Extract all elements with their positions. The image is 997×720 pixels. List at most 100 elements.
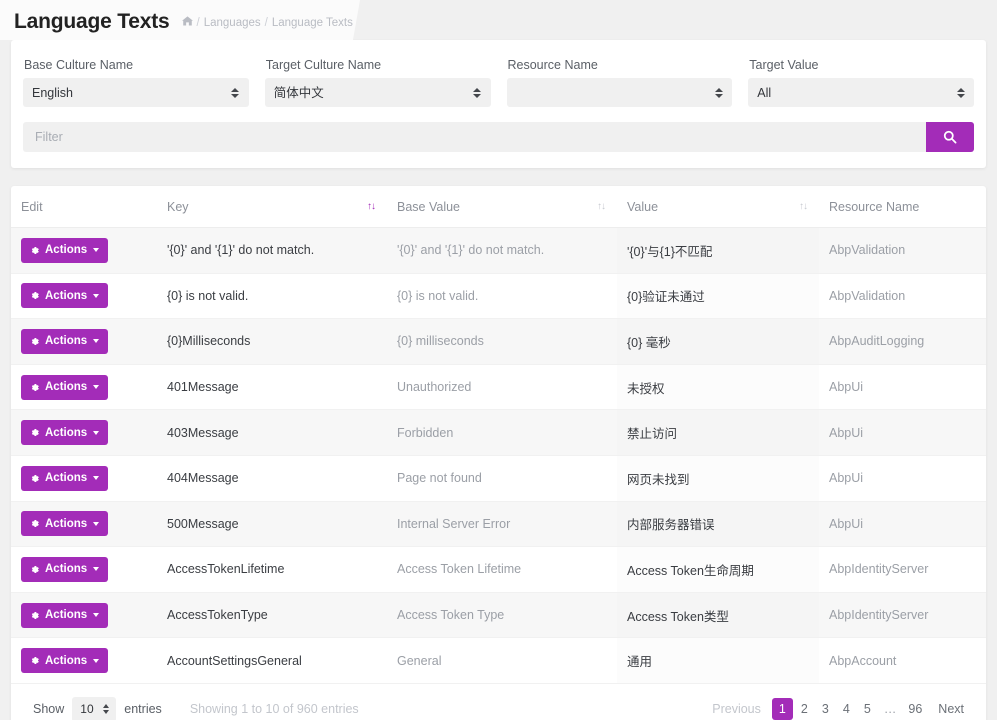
search-row bbox=[23, 122, 974, 152]
gear-icon bbox=[29, 336, 40, 347]
cell-base-value: Unauthorized bbox=[387, 364, 617, 411]
show-label: Show bbox=[33, 702, 65, 717]
actions-button[interactable]: Actions bbox=[21, 374, 109, 400]
search-input[interactable] bbox=[23, 122, 926, 152]
cell-base-value: {0} milliseconds bbox=[387, 318, 617, 365]
pagination-page-5[interactable]: 5 bbox=[858, 699, 877, 720]
search-icon bbox=[943, 130, 957, 144]
actions-button[interactable]: Actions bbox=[21, 328, 109, 354]
table-row: Actions 404Message Page not found 网页未找到 AbpU… bbox=[11, 455, 986, 502]
cell-edit: Actions bbox=[11, 637, 157, 684]
filter-fields-row: Base Culture Name English Target Culture… bbox=[23, 58, 974, 107]
target-culture-field: Target Culture Name 简体中文 bbox=[264, 58, 491, 107]
breadcrumb-separator-2: / bbox=[264, 16, 268, 29]
actions-button[interactable]: Actions bbox=[21, 420, 109, 446]
table-row: Actions AccessTokenType Access Token Type A… bbox=[11, 592, 986, 639]
sort-indicator-value-icon[interactable]: ↑↓ bbox=[799, 201, 808, 212]
cell-base-value: '{0}' and '{1}' do not match. bbox=[387, 227, 617, 274]
cell-resource-name: AbpAccount bbox=[819, 637, 986, 684]
home-icon[interactable] bbox=[181, 16, 193, 29]
cell-base-value: Forbidden bbox=[387, 409, 617, 456]
cell-base-value: General bbox=[387, 637, 617, 684]
cell-resource-name: AbpIdentityServer bbox=[819, 546, 986, 593]
table-body: Actions '{0}' and '{1}' do not match. '{0}… bbox=[11, 227, 986, 684]
actions-button[interactable]: Actions bbox=[21, 511, 109, 537]
cell-resource-name: AbpUi bbox=[819, 501, 986, 548]
actions-button-label: Actions bbox=[45, 244, 88, 257]
target-value-select[interactable]: All bbox=[748, 78, 974, 107]
pagination-next[interactable]: Next bbox=[929, 699, 968, 720]
actions-button[interactable]: Actions bbox=[21, 465, 109, 491]
pagination-page-2[interactable]: 2 bbox=[795, 699, 814, 720]
actions-button-label: Actions bbox=[45, 381, 88, 394]
actions-button-label: Actions bbox=[45, 654, 88, 667]
cell-base-value: Page not found bbox=[387, 455, 617, 502]
actions-button-label: Actions bbox=[45, 609, 88, 622]
column-header-resource-name[interactable]: Resource Name ↑↓ bbox=[819, 186, 986, 228]
search-button[interactable] bbox=[926, 122, 974, 152]
pagination-ellipsis: … bbox=[883, 702, 897, 717]
cell-base-value: Internal Server Error bbox=[387, 501, 617, 548]
column-header-value[interactable]: Value ↑↓ bbox=[617, 186, 819, 228]
actions-button[interactable]: Actions bbox=[21, 283, 109, 309]
cell-value: 未授权 bbox=[617, 364, 819, 411]
actions-button[interactable]: Actions bbox=[21, 602, 109, 628]
cell-key: 404Message bbox=[157, 455, 387, 502]
cell-resource-name: AbpValidation bbox=[819, 227, 986, 274]
resource-name-select[interactable] bbox=[506, 78, 733, 107]
table-row: Actions '{0}' and '{1}' do not match. '{0}… bbox=[11, 227, 986, 274]
pagination-page-3[interactable]: 3 bbox=[816, 699, 835, 720]
cell-key: AccountSettingsGeneral bbox=[157, 637, 387, 684]
cell-edit: Actions bbox=[11, 227, 157, 274]
cell-resource-name: AbpUi bbox=[819, 455, 986, 502]
gear-icon bbox=[29, 610, 40, 621]
sort-indicator-key-icon[interactable]: ↑↓ bbox=[367, 201, 376, 212]
cell-resource-name: AbpUi bbox=[819, 409, 986, 456]
cell-edit: Actions bbox=[11, 592, 157, 639]
actions-button[interactable]: Actions bbox=[21, 556, 109, 582]
language-texts-table: Edit Key ↑↓ Base Value ↑↓ Value ↑↓ Resou… bbox=[11, 186, 986, 684]
cell-key: 403Message bbox=[157, 409, 387, 456]
table-head: Edit Key ↑↓ Base Value ↑↓ Value ↑↓ Resou… bbox=[11, 186, 986, 228]
base-culture-select[interactable]: English bbox=[23, 78, 249, 107]
breadcrumb-separator-1: / bbox=[196, 16, 200, 29]
page-length-select[interactable]: 10 bbox=[72, 696, 117, 720]
actions-button-label: Actions bbox=[45, 517, 88, 530]
table-row: Actions 403Message Forbidden 禁止访问 AbpUi bbox=[11, 409, 986, 456]
column-header-base-value[interactable]: Base Value ↑↓ bbox=[387, 186, 617, 228]
breadcrumb-item-languages[interactable]: Languages bbox=[204, 17, 261, 29]
cell-value: 通用 bbox=[617, 637, 819, 684]
breadcrumb: / Languages / Language Texts bbox=[181, 16, 353, 29]
cell-base-value: Access Token Type bbox=[387, 592, 617, 639]
column-header-edit: Edit bbox=[11, 186, 157, 228]
base-culture-label: Base Culture Name bbox=[24, 58, 134, 72]
entries-label: entries bbox=[124, 702, 162, 717]
column-label-resource-name: Resource Name bbox=[829, 200, 920, 214]
table-row: Actions {0}Milliseconds {0} milliseconds {0… bbox=[11, 318, 986, 365]
pagination-previous[interactable]: Previous bbox=[707, 699, 770, 720]
page-title: Language Texts bbox=[14, 9, 170, 33]
column-header-key[interactable]: Key ↑↓ bbox=[157, 186, 387, 228]
gear-icon bbox=[29, 655, 40, 666]
breadcrumb-item-language-texts: Language Texts bbox=[271, 16, 353, 29]
cell-key: AccessTokenType bbox=[157, 592, 387, 639]
pagination-page-96[interactable]: 96 bbox=[903, 699, 927, 720]
gear-icon bbox=[29, 290, 40, 301]
sort-indicator-base-value-icon[interactable]: ↑↓ bbox=[597, 201, 606, 212]
pagination-page-1[interactable]: 1 bbox=[771, 698, 793, 720]
chevron-down-icon bbox=[93, 521, 100, 526]
table-row: Actions 500Message Internal Server Error 内部… bbox=[11, 501, 986, 548]
chevron-down-icon bbox=[93, 339, 100, 344]
target-culture-select[interactable]: 简体中文 bbox=[264, 78, 491, 107]
actions-button[interactable]: Actions bbox=[21, 648, 109, 674]
page-header: Language Texts / Languages / Language Te… bbox=[0, 0, 997, 40]
cell-value: '{0}'与{1}不匹配 bbox=[617, 227, 819, 274]
table-row: Actions AccessTokenLifetime Access Token L… bbox=[11, 546, 986, 593]
cell-edit: Actions bbox=[11, 318, 157, 365]
actions-button[interactable]: Actions bbox=[21, 237, 109, 263]
table-info: Showing 1 to 10 of 960 entries bbox=[189, 702, 359, 717]
resource-name-label: Resource Name bbox=[507, 58, 598, 72]
table-row: Actions 401Message Unauthorized 未授权 AbpUi bbox=[11, 364, 986, 411]
pagination-page-4[interactable]: 4 bbox=[837, 699, 856, 720]
cell-base-value: {0} is not valid. bbox=[387, 273, 617, 320]
